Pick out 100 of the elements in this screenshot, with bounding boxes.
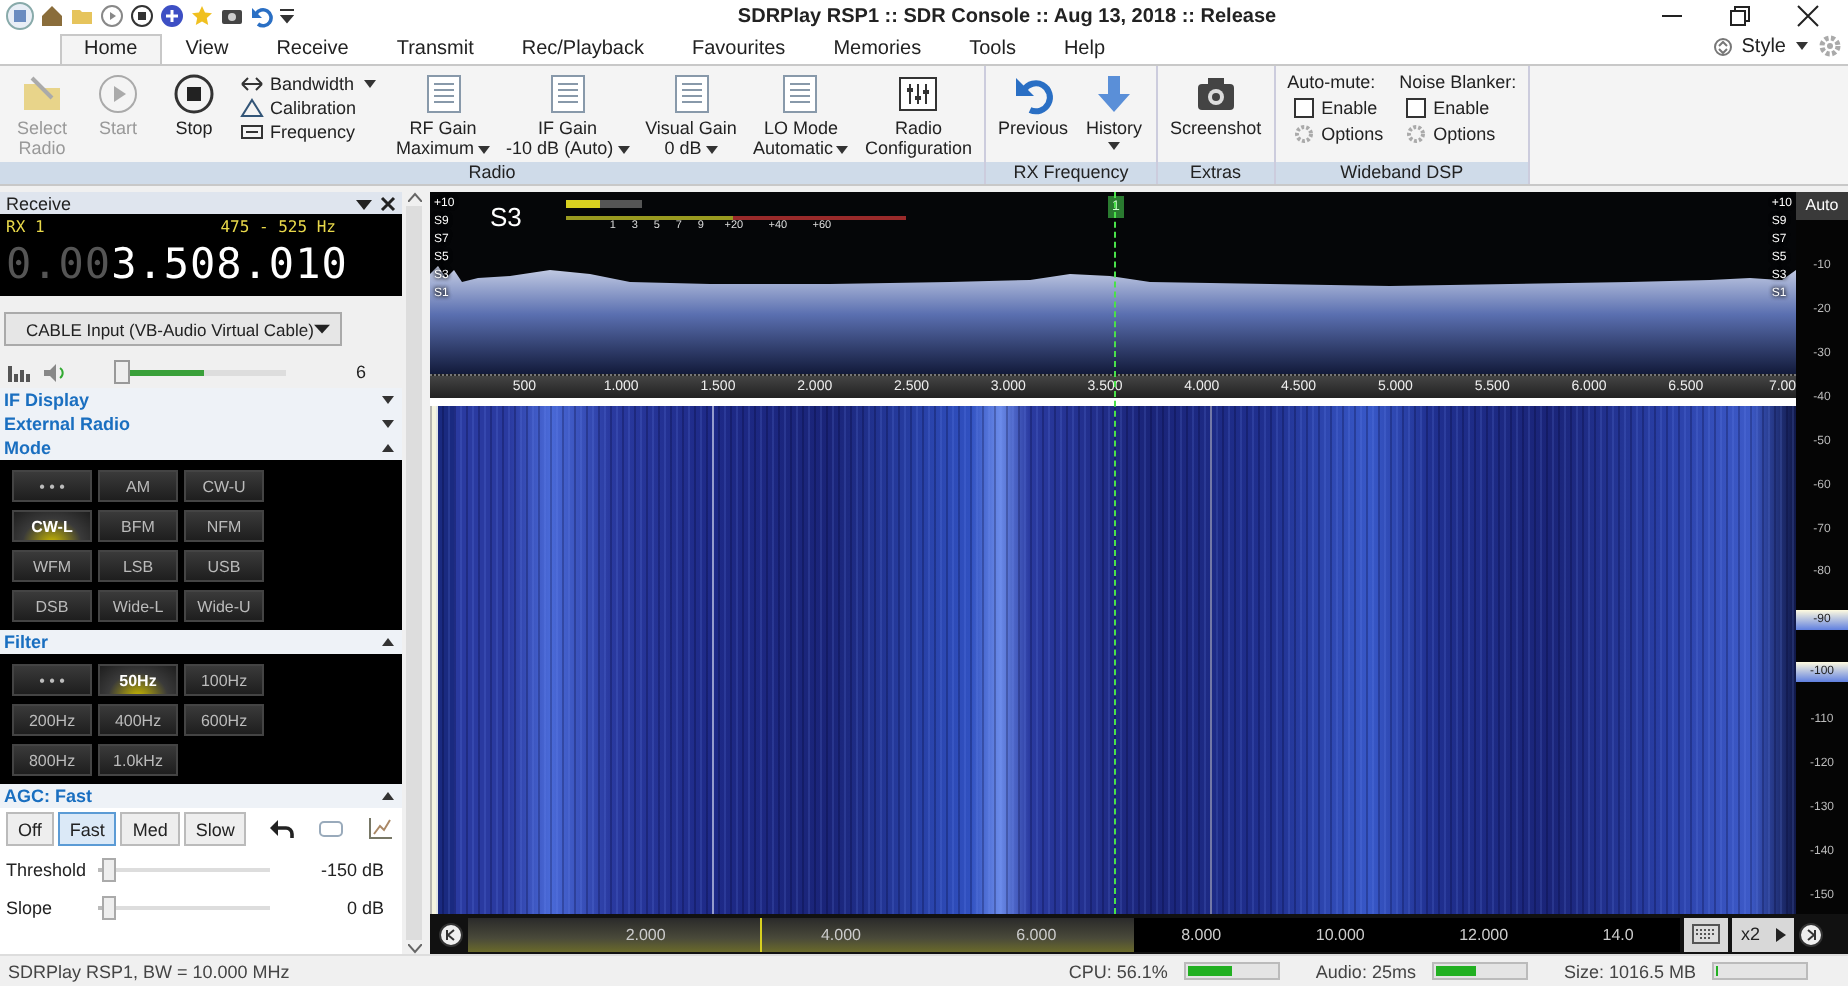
- mode-button[interactable]: LSB: [98, 550, 178, 582]
- ribbon-button[interactable]: Previous: [990, 70, 1077, 140]
- mode-button[interactable]: BFM: [98, 510, 178, 542]
- ribbon-button[interactable]: Visual Gain 0 dB: [637, 70, 745, 160]
- scroll-right-icon[interactable]: [1798, 921, 1824, 947]
- caret-icon[interactable]: [617, 145, 630, 154]
- filter-button[interactable]: 600Hz: [184, 704, 264, 736]
- plus-icon[interactable]: [160, 4, 184, 28]
- agc-mode-button[interactable]: Fast: [57, 812, 117, 846]
- filter-button[interactable]: 1.0kHz: [98, 744, 178, 776]
- agc-mode-button[interactable]: Off: [6, 812, 54, 846]
- folder-icon: [20, 72, 64, 116]
- zoom-button[interactable]: x2: [1732, 917, 1794, 951]
- menu-tab[interactable]: View: [161, 34, 253, 64]
- menu-tab[interactable]: Memories: [809, 34, 946, 64]
- ribbon-button[interactable]: Stop: [156, 70, 232, 140]
- agc-mode-button[interactable]: Slow: [183, 812, 247, 846]
- filter-button[interactable]: 50Hz: [98, 664, 178, 696]
- menu-tab[interactable]: Help: [1039, 34, 1130, 64]
- ribbon-button[interactable]: LO Mode Automatic: [744, 70, 857, 160]
- caret-icon[interactable]: [478, 145, 491, 154]
- caret-icon[interactable]: [280, 8, 294, 24]
- options-button[interactable]: Options: [1287, 124, 1384, 144]
- app-logo-icon[interactable]: [6, 2, 34, 30]
- expand-arrow-icon: [382, 420, 394, 428]
- mode-button[interactable]: NFM: [184, 510, 264, 542]
- filter-button[interactable]: 100Hz: [184, 664, 264, 696]
- section-header[interactable]: Filter: [0, 630, 402, 654]
- caret-icon[interactable]: [364, 80, 377, 88]
- camera-icon: [1193, 72, 1238, 116]
- filter-button[interactable]: • • •: [12, 664, 92, 696]
- caret-icon[interactable]: [1108, 142, 1121, 150]
- mode-button[interactable]: • • •: [12, 470, 92, 502]
- menu-tab[interactable]: Receive: [252, 34, 373, 64]
- scroll-left-icon[interactable]: [438, 921, 464, 947]
- section-header[interactable]: IF Display: [0, 388, 402, 412]
- close-icon[interactable]: [1796, 4, 1820, 28]
- scroll-up-icon[interactable]: [407, 192, 421, 202]
- undo-icon: [1011, 72, 1056, 116]
- ribbon-small-button[interactable]: Bandwidth: [240, 74, 377, 94]
- auto-button[interactable]: Auto: [1796, 192, 1848, 220]
- keyboard-button[interactable]: [1684, 917, 1729, 951]
- scrollbar[interactable]: [402, 192, 426, 954]
- section-header[interactable]: AGC: Fast: [0, 784, 402, 808]
- frequency-readout[interactable]: 0.003.508.010: [6, 240, 396, 288]
- enable-checkbox[interactable]: Enable: [1287, 98, 1384, 118]
- agc-mode-button[interactable]: Med: [120, 812, 180, 846]
- filter-button[interactable]: 800Hz: [12, 744, 92, 776]
- chart-icon[interactable]: [368, 818, 393, 840]
- scroll-down-icon[interactable]: [407, 944, 421, 954]
- mode-button[interactable]: Wide-L: [98, 590, 178, 622]
- mode-button[interactable]: AM: [98, 470, 178, 502]
- menu-tab[interactable]: Home: [60, 34, 162, 64]
- mode-button[interactable]: USB: [184, 550, 264, 582]
- mode-button[interactable]: CW-L: [12, 510, 92, 542]
- list-icon: [421, 72, 466, 116]
- ribbon-button[interactable]: Radio Configuration: [856, 70, 981, 160]
- collapse-arrow-icon: [382, 444, 394, 452]
- restore-icon[interactable]: [1728, 4, 1752, 28]
- menu-tab[interactable]: Tools: [945, 34, 1040, 64]
- meter-label: Audio: 25ms: [1315, 961, 1416, 981]
- frequency-label: 2.000: [625, 925, 666, 943]
- section-header[interactable]: Mode: [0, 436, 402, 460]
- up-down-icon[interactable]: [1713, 35, 1732, 57]
- mode-button[interactable]: WFM: [12, 550, 92, 582]
- ribbon-small-button[interactable]: Frequency: [240, 122, 377, 142]
- level-bars-icon[interactable]: [8, 362, 30, 382]
- filter-button[interactable]: 400Hz: [98, 704, 178, 736]
- caret-icon[interactable]: [705, 145, 718, 154]
- star-icon[interactable]: [190, 4, 214, 28]
- ribbon-button[interactable]: Screenshot: [1162, 70, 1270, 140]
- ribbon-button[interactable]: History: [1076, 70, 1153, 152]
- camera-icon[interactable]: [220, 4, 244, 28]
- stop-icon[interactable]: [130, 4, 154, 28]
- options-button[interactable]: Options: [1399, 124, 1517, 144]
- filter-button[interactable]: 200Hz: [12, 704, 92, 736]
- section-header[interactable]: External Radio: [0, 412, 402, 436]
- menu-tab[interactable]: Transmit: [372, 34, 498, 64]
- undo-icon[interactable]: [270, 819, 295, 839]
- meter-label: CPU: 56.1%: [1068, 961, 1168, 981]
- mode-button[interactable]: DSB: [12, 590, 92, 622]
- keyboard-icon: [1692, 924, 1721, 944]
- speaker-icon[interactable]: [42, 361, 66, 383]
- style-menu[interactable]: Style: [1741, 35, 1808, 57]
- enable-checkbox[interactable]: Enable: [1399, 98, 1517, 118]
- audio-device-dropdown[interactable]: CABLE Input (VB-Audio Virtual Cable): [4, 312, 342, 346]
- close-icon[interactable]: [380, 195, 396, 211]
- mode-button[interactable]: Wide-U: [184, 590, 264, 622]
- slider-label: Slope: [6, 897, 55, 917]
- mode-button[interactable]: CW-U: [184, 470, 264, 502]
- menu-tab[interactable]: Rec/Playback: [497, 34, 668, 64]
- group-title: Radio: [0, 162, 985, 184]
- menu-tab[interactable]: Favourites: [668, 34, 810, 64]
- ribbon-small-button[interactable]: Calibration: [240, 98, 377, 118]
- home-icon[interactable]: [40, 4, 64, 28]
- frequency-label: 12.000: [1459, 925, 1509, 943]
- list-icon: [669, 72, 714, 116]
- caret-icon[interactable]: [836, 145, 849, 154]
- ribbon-button[interactable]: RF Gain Maximum: [388, 70, 499, 160]
- ribbon-button[interactable]: IF Gain -10 dB (Auto): [498, 70, 638, 160]
